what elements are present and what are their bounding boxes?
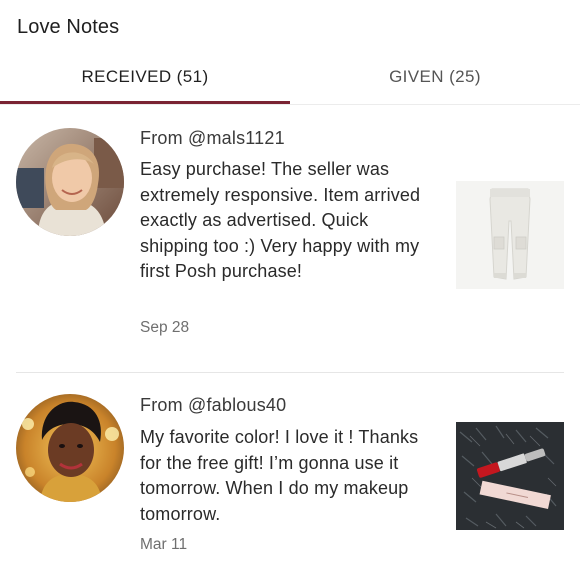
avatar[interactable] <box>16 394 124 502</box>
item-thumbnail[interactable] <box>456 181 564 289</box>
note-sender[interactable]: From @mals1121 <box>140 128 285 149</box>
note-text: My favorite color! I love it ! Thanks fo… <box>140 427 419 524</box>
note-divider <box>16 372 564 373</box>
avatar[interactable] <box>16 128 124 236</box>
note-date: Sep 28 <box>140 319 190 336</box>
page-title: Love Notes <box>17 16 120 38</box>
note-sender[interactable]: From @fablous40 <box>140 395 286 416</box>
tab-bar: RECEIVED (51) GIVEN (25) <box>0 56 580 104</box>
item-thumbnail[interactable] <box>456 422 564 530</box>
tabs-divider <box>0 104 580 105</box>
tab-given[interactable]: GIVEN (25) <box>290 56 580 102</box>
tab-received[interactable]: RECEIVED (51) <box>0 56 290 102</box>
note-date: Mar 11 <box>140 536 188 553</box>
note-text: Easy purchase! The seller was extremely … <box>140 159 421 281</box>
